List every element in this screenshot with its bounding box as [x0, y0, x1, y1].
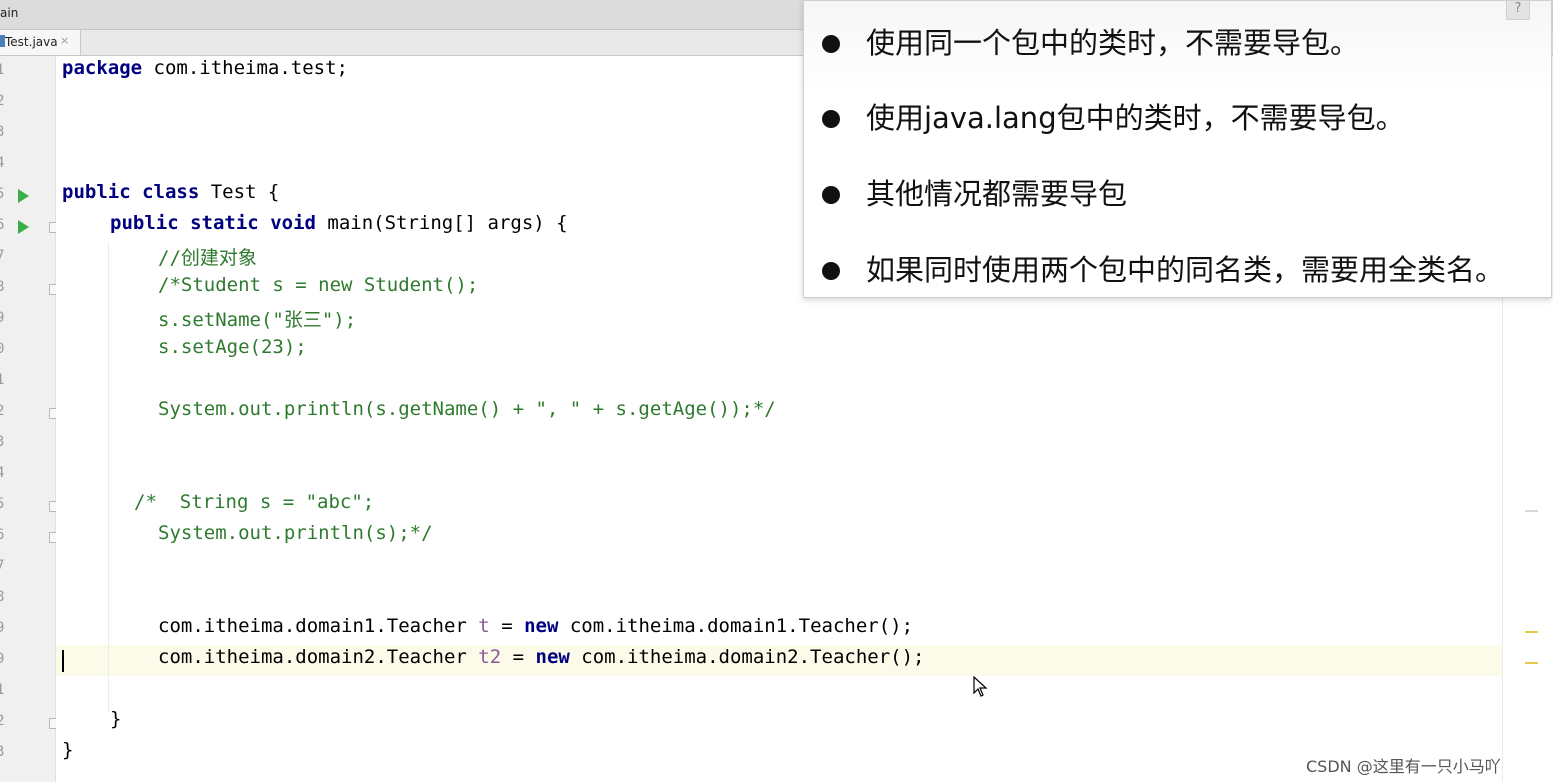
line-number: 9: [0, 651, 5, 667]
note-text: 使用java.lang包中的类时，不需要导包。: [866, 101, 1405, 135]
text-caret: [62, 650, 64, 672]
line-number: 7: [0, 558, 5, 574]
bullet-icon: [822, 35, 840, 53]
code-text: com.itheima.domain1.Teacher();: [558, 615, 914, 637]
code-line-7: //创建对象: [158, 247, 257, 269]
indent-guide: [108, 242, 109, 712]
run-main-icon[interactable]: [18, 220, 29, 234]
line-number: 3: [0, 434, 5, 450]
line-number: 7: [0, 248, 5, 264]
note-text: 如果同时使用两个包中的同名类，需要用全类名。: [866, 253, 1505, 287]
line-number: 6: [0, 527, 5, 543]
code-text: com.itheima.domain2.Teacher: [158, 646, 479, 668]
line-number: 9: [0, 620, 5, 636]
keyword: static: [190, 212, 259, 234]
bullet-icon: [822, 186, 840, 204]
stripe-mark[interactable]: [1525, 631, 1538, 633]
keyword: package: [62, 57, 143, 79]
variable: t: [478, 615, 490, 637]
watermark: CSDN @这里有一只小马吖: [1306, 757, 1501, 776]
code-line-10: s.setAge(23);: [158, 336, 307, 358]
line-number: 2: [0, 713, 5, 729]
code-line-5: public class Test {: [62, 181, 279, 212]
code-line-23: }: [62, 739, 74, 761]
notes-overlay: 使用同一个包中的类时，不需要导包。 使用java.lang包中的类时，不需要导包…: [803, 0, 1552, 298]
code-line-19: com.itheima.domain1.Teacher t = new com.…: [158, 615, 913, 646]
code-line-20: com.itheima.domain2.Teacher t2 = new com…: [158, 646, 924, 677]
line-number-gutter[interactable]: 1 2 3 4 5 6 7 8 9 0 1 2 3 4 5 6 7 8 9 9 …: [0, 56, 58, 782]
keyword: public: [62, 181, 131, 203]
code-line-12: System.out.println(s.getName() + ", " + …: [158, 398, 776, 420]
code-line-8: /*Student s = new Student();: [158, 274, 479, 296]
code-line-9: s.setName("张三");: [158, 309, 357, 331]
keyword: public: [110, 212, 179, 234]
line-number: 3: [0, 744, 5, 760]
line-number: 1: [0, 682, 5, 698]
code-line-1: package com.itheima.test;: [62, 57, 348, 88]
line-number: 9: [0, 310, 5, 326]
line-number: 4: [0, 155, 5, 171]
window-title: ain: [0, 6, 19, 20]
stripe-mark[interactable]: [1525, 662, 1538, 664]
line-number: 5: [0, 496, 5, 512]
close-icon[interactable]: ×: [60, 34, 69, 47]
code-text: =: [501, 646, 536, 668]
line-number: 3: [0, 124, 5, 140]
line-number: 2: [0, 93, 5, 109]
line-number: 1: [0, 62, 5, 78]
code-text: com.itheima.test;: [142, 57, 348, 79]
note-text: 其他情况都需要导包: [866, 177, 1128, 211]
code-text: Test {: [199, 181, 280, 203]
variable: t2: [478, 646, 502, 668]
code-line-15: /* String s = "abc";: [134, 491, 375, 513]
code-line-16: System.out.println(s);*/: [158, 522, 433, 544]
note-text: 使用同一个包中的类时，不需要导包。: [866, 26, 1360, 60]
code-text: main(String[] args) {: [315, 212, 568, 234]
keyword: new: [535, 646, 570, 668]
tab-test-java[interactable]: Test.java ×: [0, 30, 81, 55]
keyword: new: [524, 615, 559, 637]
keyword: void: [270, 212, 316, 234]
line-number: 4: [0, 465, 5, 481]
bullet-icon: [822, 110, 840, 128]
help-icon[interactable]: ?: [1506, 0, 1530, 20]
code-text: =: [489, 615, 525, 637]
code-text: com.itheima.domain1.Teacher: [158, 615, 479, 637]
keyword: class: [142, 181, 200, 203]
line-number: 2: [0, 403, 5, 419]
line-number: 8: [0, 589, 5, 605]
mouse-pointer-icon: [973, 676, 988, 697]
bullet-icon: [822, 262, 840, 280]
code-text: com.itheima.domain2.Teacher();: [569, 646, 925, 668]
stripe-mark[interactable]: [1525, 510, 1538, 512]
tab-label: Test.java: [5, 35, 58, 49]
code-line-6: public static void main(String[] args) {: [110, 212, 568, 243]
run-class-icon[interactable]: [18, 189, 29, 203]
line-number: 8: [0, 279, 5, 295]
code-line-22: }: [110, 708, 122, 730]
line-number: 1: [0, 372, 5, 388]
line-number: 5: [0, 186, 5, 202]
line-number: 6: [0, 217, 5, 233]
line-number: 0: [0, 341, 5, 357]
